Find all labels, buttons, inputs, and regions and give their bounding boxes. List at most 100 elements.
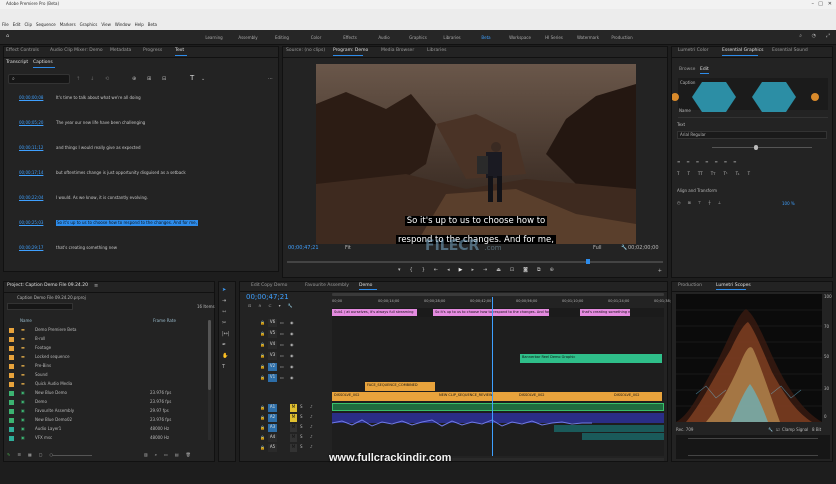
program-timecode[interactable]: 00;00;47;21 xyxy=(288,245,319,252)
align-bottom-icon[interactable]: ⊥ xyxy=(718,200,721,206)
mic-icon[interactable]: ♪ xyxy=(310,424,313,430)
all-caps-icon[interactable]: TT xyxy=(698,171,703,177)
close-icon[interactable]: ✕ xyxy=(828,1,832,8)
hand-tool-icon[interactable]: ✋ xyxy=(222,353,230,360)
split-caption-icon[interactable]: ⊞ xyxy=(147,76,151,83)
audio-track-header[interactable]: 🔒 A5 M S ♪ xyxy=(240,444,332,453)
tab-browse[interactable]: Browse xyxy=(679,67,695,72)
step-forward-icon[interactable]: ▸ xyxy=(471,267,474,274)
comparison-view-icon[interactable]: ⧉ xyxy=(537,267,541,274)
chevron-down-icon[interactable]: ⌄ xyxy=(201,76,205,83)
razor-tool-icon[interactable]: ✂ xyxy=(222,320,230,327)
menu-item-1[interactable]: Edit xyxy=(13,22,21,28)
align-right-icon[interactable]: ≡ xyxy=(696,159,699,165)
search-icon[interactable]: ⌕ xyxy=(799,33,802,40)
menu-item-8[interactable]: Help xyxy=(135,22,144,28)
caption-timecode[interactable]: 00;00;05;20 xyxy=(19,120,43,126)
mute-button[interactable]: M xyxy=(290,404,297,412)
column-frame-rate[interactable]: Frame Rate xyxy=(153,318,176,324)
track-target-label[interactable]: V1 xyxy=(268,374,277,382)
track-target-label[interactable]: A1 xyxy=(268,404,277,412)
track-sync-icon[interactable]: ▭ xyxy=(280,353,284,359)
caption-search-input[interactable]: ⌕ xyxy=(8,74,70,84)
track-visibility-icon[interactable]: ◉ xyxy=(290,320,294,326)
solo-button[interactable]: S xyxy=(300,414,303,420)
project-item[interactable]: ▣ New Blue Demo02 23.976 fps xyxy=(4,416,206,425)
project-item[interactable]: ▬ Locked sequence xyxy=(4,353,206,362)
track-target-label[interactable]: V5 xyxy=(268,330,277,338)
program-tab-0[interactable]: Source: (no clips) xyxy=(286,48,325,53)
arrow-down-icon[interactable]: ↓ xyxy=(90,76,94,83)
trash-icon[interactable]: 🗑 xyxy=(186,452,191,458)
program-video-frame[interactable]: So it's up to us to choose how to respon… xyxy=(316,64,636,244)
replace-icon[interactable]: ⟲ xyxy=(105,76,109,83)
caption-row[interactable]: 00;00;11;12 and things I would really giv… xyxy=(4,143,278,153)
menu-item-9[interactable]: Beta xyxy=(148,22,157,28)
mute-button[interactable]: M xyxy=(290,424,297,432)
minimize-icon[interactable]: – xyxy=(812,1,815,8)
mute-button[interactable]: M xyxy=(290,444,297,452)
timeline-tab-1[interactable]: Favourite Assembly xyxy=(305,283,349,288)
mic-icon[interactable]: ♪ xyxy=(310,414,313,420)
scope-mode[interactable]: Rec. 709 xyxy=(676,427,693,433)
workspace-tab-10[interactable]: HI Series xyxy=(537,35,571,41)
resolution-dropdown[interactable]: Full xyxy=(593,245,602,252)
video-track-header[interactable]: 🔒 V3 ▭ ◉ xyxy=(240,351,332,361)
audio-clip-a2[interactable] xyxy=(331,413,664,427)
bit-depth-dropdown[interactable]: 8 Bit xyxy=(812,427,821,433)
audio-clip-a1[interactable] xyxy=(332,403,664,411)
caption-row[interactable]: 00;00;17;14 but oftentimes change is just… xyxy=(4,168,278,178)
step-back-icon[interactable]: ◂ xyxy=(447,267,450,274)
project-scrollbar[interactable] xyxy=(208,320,211,440)
playhead-marker[interactable] xyxy=(586,259,590,264)
mark-in-icon[interactable]: { xyxy=(410,267,413,274)
mute-button[interactable]: M xyxy=(290,414,297,422)
caption-clip-3[interactable]: that's creating something new xyxy=(580,309,630,316)
extract-icon[interactable]: ⊡ xyxy=(510,267,514,274)
audio-clip-a3[interactable] xyxy=(554,425,664,432)
track-target-label[interactable]: V2 xyxy=(268,363,277,371)
solo-button[interactable]: S xyxy=(300,444,303,450)
text-panel-tab-4[interactable]: Text xyxy=(175,48,184,53)
audio-track-header[interactable]: 🔒 A1 M S ♪ xyxy=(240,404,332,413)
track-target-label[interactable]: A2 xyxy=(268,414,277,422)
project-item[interactable]: ▣ New Blue Demo 23.976 fps xyxy=(4,389,206,398)
notification-icon[interactable]: ◔ xyxy=(812,33,816,40)
caption-row[interactable]: 00;00;25;03 So it's up to us to choose ho… xyxy=(4,218,278,228)
track-sync-icon[interactable]: ▭ xyxy=(280,331,284,337)
selection-tool-icon[interactable]: ➤ xyxy=(222,287,230,294)
tab-captions[interactable]: Captions xyxy=(33,60,53,65)
caption-timecode[interactable]: 00;00;22;04 xyxy=(19,195,43,201)
workspace-tab-0[interactable]: Learning xyxy=(197,35,231,41)
home-icon[interactable]: ⌂ xyxy=(6,33,9,40)
v1-clip-4[interactable]: DISSOLVE_002 xyxy=(612,392,662,401)
project-search-input[interactable] xyxy=(7,303,73,310)
video-track-header[interactable]: 🔒 V5 ▭ ◉ xyxy=(240,329,332,339)
mic-icon[interactable]: ♪ xyxy=(310,434,313,440)
project-item[interactable]: ▬ Sound xyxy=(4,371,206,380)
project-item[interactable]: ▬ Footage xyxy=(4,344,206,353)
track-visibility-icon[interactable]: ◉ xyxy=(290,342,294,348)
faux-italic-icon[interactable]: T xyxy=(687,171,689,177)
caption-timecode[interactable]: 00;00;25;03 xyxy=(19,220,43,226)
play-icon[interactable]: ▶ xyxy=(459,267,463,274)
workspace-tab-2[interactable]: Editing xyxy=(265,35,299,41)
goto-in-icon[interactable]: ⇤ xyxy=(434,267,438,274)
icon-view-icon[interactable]: ▦ xyxy=(28,452,32,458)
track-lock-icon[interactable]: 🔒 xyxy=(260,435,265,441)
audio-track-header[interactable]: 🔒 A4 M S ♪ xyxy=(240,434,332,443)
track-visibility-icon[interactable]: ◉ xyxy=(290,331,294,337)
caption-text[interactable]: that's creating something new xyxy=(56,245,117,251)
eg-tab-0[interactable]: Lumetri Color xyxy=(678,48,708,53)
track-target-label[interactable]: V3 xyxy=(268,352,277,360)
tab-transcript[interactable]: Transcript xyxy=(6,60,28,65)
text-panel-tab-3[interactable]: Progress xyxy=(143,48,162,53)
menu-item-2[interactable]: Clip xyxy=(24,22,32,28)
track-lock-icon[interactable]: 🔒 xyxy=(260,425,265,431)
timeline-zoom-bar[interactable] xyxy=(332,293,664,296)
v1-clip-1[interactable]: DISSOLVE_002 xyxy=(332,392,437,401)
lift-icon[interactable]: ⏏ xyxy=(496,267,501,274)
add-caption-icon[interactable]: ⊕ xyxy=(132,76,136,83)
video-track-header[interactable]: 🔒 V4 ▭ ◉ xyxy=(240,340,332,350)
clamp-signal-checkbox[interactable]: ☑ xyxy=(776,427,780,433)
